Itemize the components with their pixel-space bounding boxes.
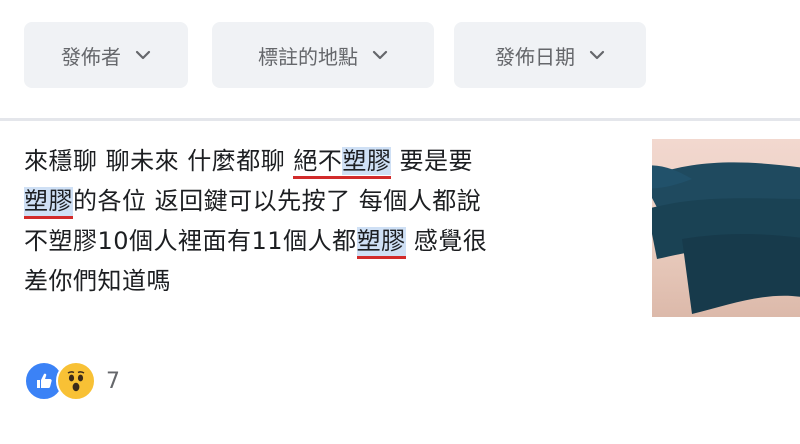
chevron-down-icon [372,50,388,60]
filter-label: 發佈日期 [495,44,575,69]
redaction-scribble [652,162,800,314]
filter-poster-dropdown[interactable]: 發佈者 [24,22,188,88]
chevron-down-icon [589,50,605,60]
filter-label: 發佈者 [61,44,121,69]
post-thumbnail[interactable] [652,139,800,317]
filter-label: 標註的地點 [258,44,358,69]
highlighted-text: 塑膠 [24,187,73,219]
filter-tagged-location-dropdown[interactable]: 標註的地點 [212,22,434,88]
text-segment: 來穩聊 聊未來 什麼都聊 [24,147,294,175]
post-text[interactable]: 來穩聊 聊未來 什麼都聊 絕不塑膠 要是要 塑膠的各位 返回鍵可以先按了 每個人… [24,141,624,301]
post-text-line: 來穩聊 聊未來 什麼都聊 絕不塑膠 要是要 [24,141,624,181]
post-card: 來穩聊 聊未來 什麼都聊 絕不塑膠 要是要 塑膠的各位 返回鍵可以先按了 每個人… [0,121,800,444]
highlighted-text: 塑膠 [342,147,392,175]
text-segment: 絕不 [293,147,343,175]
post-text-line: 不塑膠10個人裡面有11個人都塑膠 感覺很 [24,221,624,261]
text-segment: 不塑膠10個人裡面有11個人都 [24,227,357,255]
reactions-summary[interactable]: 7 [24,361,120,401]
reaction-count: 7 [106,368,120,394]
filter-date-posted-dropdown[interactable]: 發佈日期 [454,22,646,88]
wow-icon [56,361,96,401]
text-segment: 感覺很 [405,227,488,255]
text-segment: 要是要 [391,147,474,175]
text-segment: 差你們知道嗎 [24,267,171,295]
underlined-text: 絕不塑膠 [293,147,392,179]
post-text-line: 塑膠的各位 返回鍵可以先按了 每個人都說 [24,181,624,221]
chevron-down-icon [135,50,151,60]
highlighted-text: 塑膠 [356,227,406,259]
post-text-line: 差你們知道嗎 [24,261,624,301]
text-segment: 的各位 返回鍵可以先按了 每個人都說 [73,187,482,215]
filter-bar: 發佈者 標註的地點 發佈日期 [0,0,800,110]
